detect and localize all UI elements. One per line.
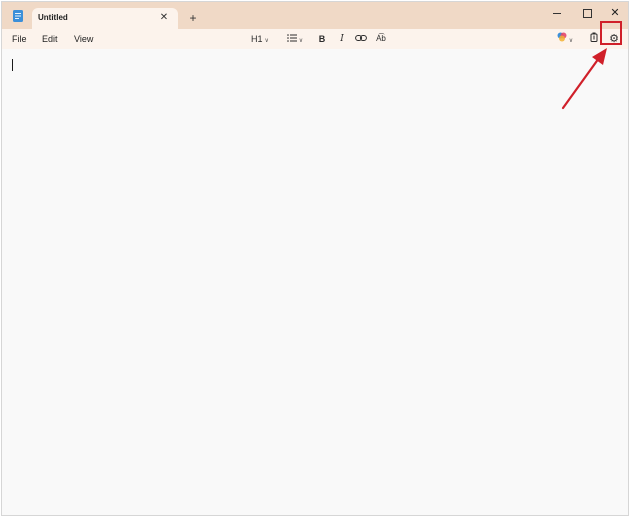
notepad-window: Untitled ✕ + ✕ File Edit View H1∨ ∨ B I (1, 1, 629, 516)
link-icon (355, 35, 367, 41)
minimize-icon (553, 13, 561, 14)
trash-icon (590, 32, 598, 42)
notepad-app-icon (13, 10, 23, 22)
menu-toolbar: File Edit View H1 ∨ ∨ B I A͡b ∨ ⚙ (2, 29, 628, 49)
spellcheck-button[interactable]: A͡b (374, 32, 388, 46)
tab-title: Untitled (38, 13, 68, 22)
maximize-icon (582, 9, 592, 18)
title-bar: Untitled ✕ + ✕ (2, 2, 628, 30)
text-cursor (12, 59, 13, 71)
settings-highlight-box (600, 21, 622, 45)
menu-edit[interactable]: Edit (42, 34, 58, 44)
chevron-down-icon: ∨ (264, 38, 269, 44)
menu-view[interactable]: View (74, 34, 93, 44)
close-window-button[interactable]: ✕ (607, 6, 623, 20)
link-button[interactable] (354, 32, 368, 46)
menu-file[interactable]: File (12, 34, 27, 44)
heading-dropdown[interactable]: H1 ∨ (248, 32, 272, 46)
text-editor-area[interactable] (2, 49, 628, 515)
list-dropdown[interactable]: ∨ (284, 32, 306, 46)
minimize-button[interactable] (549, 6, 565, 20)
maximize-button[interactable] (579, 6, 595, 20)
chevron-down-icon: ∨ (298, 38, 304, 44)
annotation-arrow-icon (561, 48, 607, 110)
tab-untitled[interactable]: Untitled ✕ (32, 8, 178, 30)
new-tab-button[interactable]: + (186, 11, 200, 25)
bullet-list-icon (286, 34, 297, 42)
copilot-icon (557, 32, 567, 42)
heading-label: H1 (251, 34, 263, 44)
close-tab-icon[interactable]: ✕ (157, 11, 171, 25)
italic-button[interactable]: I (336, 32, 348, 46)
bold-button[interactable]: B (316, 32, 328, 46)
